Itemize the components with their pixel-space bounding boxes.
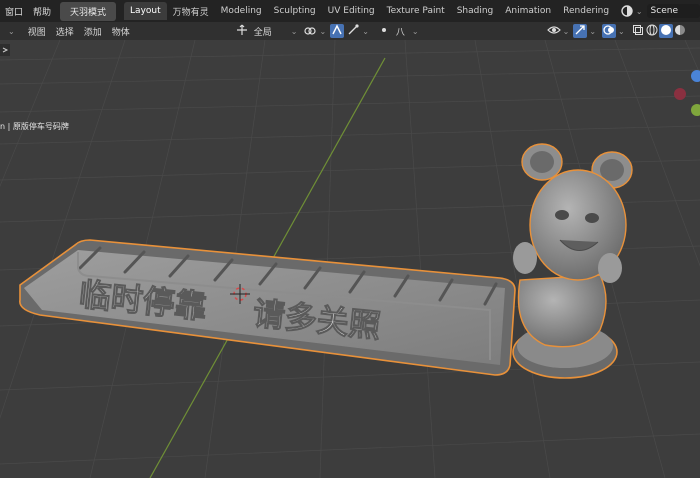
snap-toggle-icon[interactable] [330,24,345,38]
menu-view[interactable]: 视图 [23,25,51,38]
shading-material-icon[interactable] [673,24,687,38]
proportional-falloff-dropdown[interactable]: 八 [391,25,410,38]
tab-layout[interactable]: Layout [124,2,167,20]
tab-modeling[interactable]: Modeling [215,2,268,20]
shading-wireframe-icon[interactable] [645,24,659,38]
chevron-down-icon[interactable]: ⌄ [618,27,625,36]
proportional-editing-icon[interactable] [377,24,391,38]
shading-solid-icon[interactable] [658,24,673,38]
tab-wanwu[interactable]: 万物有灵 [167,1,215,22]
chevron-down-icon[interactable]: ⌄ [636,7,643,16]
tab-sculpting[interactable]: Sculpting [268,2,322,20]
chevron-down-icon[interactable]: ⌄ [412,27,419,36]
viewport-object-title: n | 原版停车号码牌 [0,122,69,131]
scene-icon[interactable] [620,4,634,18]
menu-help[interactable]: 帮助 [28,5,56,18]
snap-target-icon[interactable] [346,24,360,38]
toolbar-toggle-icon[interactable] [0,44,10,56]
gizmo-toggle-icon[interactable] [573,24,588,38]
chevron-down-icon[interactable]: ⌄ [291,27,298,36]
viewport-header: ⌄ 视图 选择 添加 物体 全局 ⌄ ⌄ ⌄ 八 ⌄ ⌄ ⌄ ⌄ [0,22,700,40]
menu-select[interactable]: 选择 [51,25,79,38]
tab-texture-paint[interactable]: Texture Paint [381,2,451,20]
chevron-down-icon[interactable]: ⌄ [362,27,369,36]
custom-mode-button[interactable]: 天羽模式 [60,1,117,21]
transform-orientation-dropdown[interactable]: 全局 [249,25,277,38]
scene-selector-area: ⌄ Scene [613,0,700,22]
menu-add[interactable]: 添加 [79,25,107,38]
scene-name-field[interactable]: Scene [646,4,700,18]
chevron-down-icon[interactable]: ⌄ [589,27,596,36]
top-bar: 窗口 帮助 天羽模式 Layout 万物有灵 Modeling Sculptin… [0,0,700,22]
menu-window[interactable]: 窗口 [0,5,28,18]
tab-animation[interactable]: Animation [499,2,557,20]
tab-uv-editing[interactable]: UV Editing [322,2,381,20]
overlay-toggle-icon[interactable] [602,24,617,38]
chevron-down-icon[interactable]: ⌄ [319,27,326,36]
tab-shading[interactable]: Shading [451,2,500,20]
chevron-down-icon[interactable]: ⌄ [563,27,570,36]
xray-toggle-icon[interactable] [631,24,645,38]
tab-rendering[interactable]: Rendering [557,2,615,20]
editor-type-chevron-icon[interactable]: ⌄ [8,27,15,36]
visibility-icon[interactable] [546,24,561,38]
3d-viewport[interactable]: 临时停靠 请多关照 n | 原版停车号码牌 [0,40,700,478]
menu-object[interactable]: 物体 [107,25,135,38]
pivot-point-icon[interactable] [303,24,317,38]
navigation-gizmo[interactable] [674,70,700,116]
rat-figurine-model[interactable] [512,143,633,379]
orientation-icon [235,24,249,38]
